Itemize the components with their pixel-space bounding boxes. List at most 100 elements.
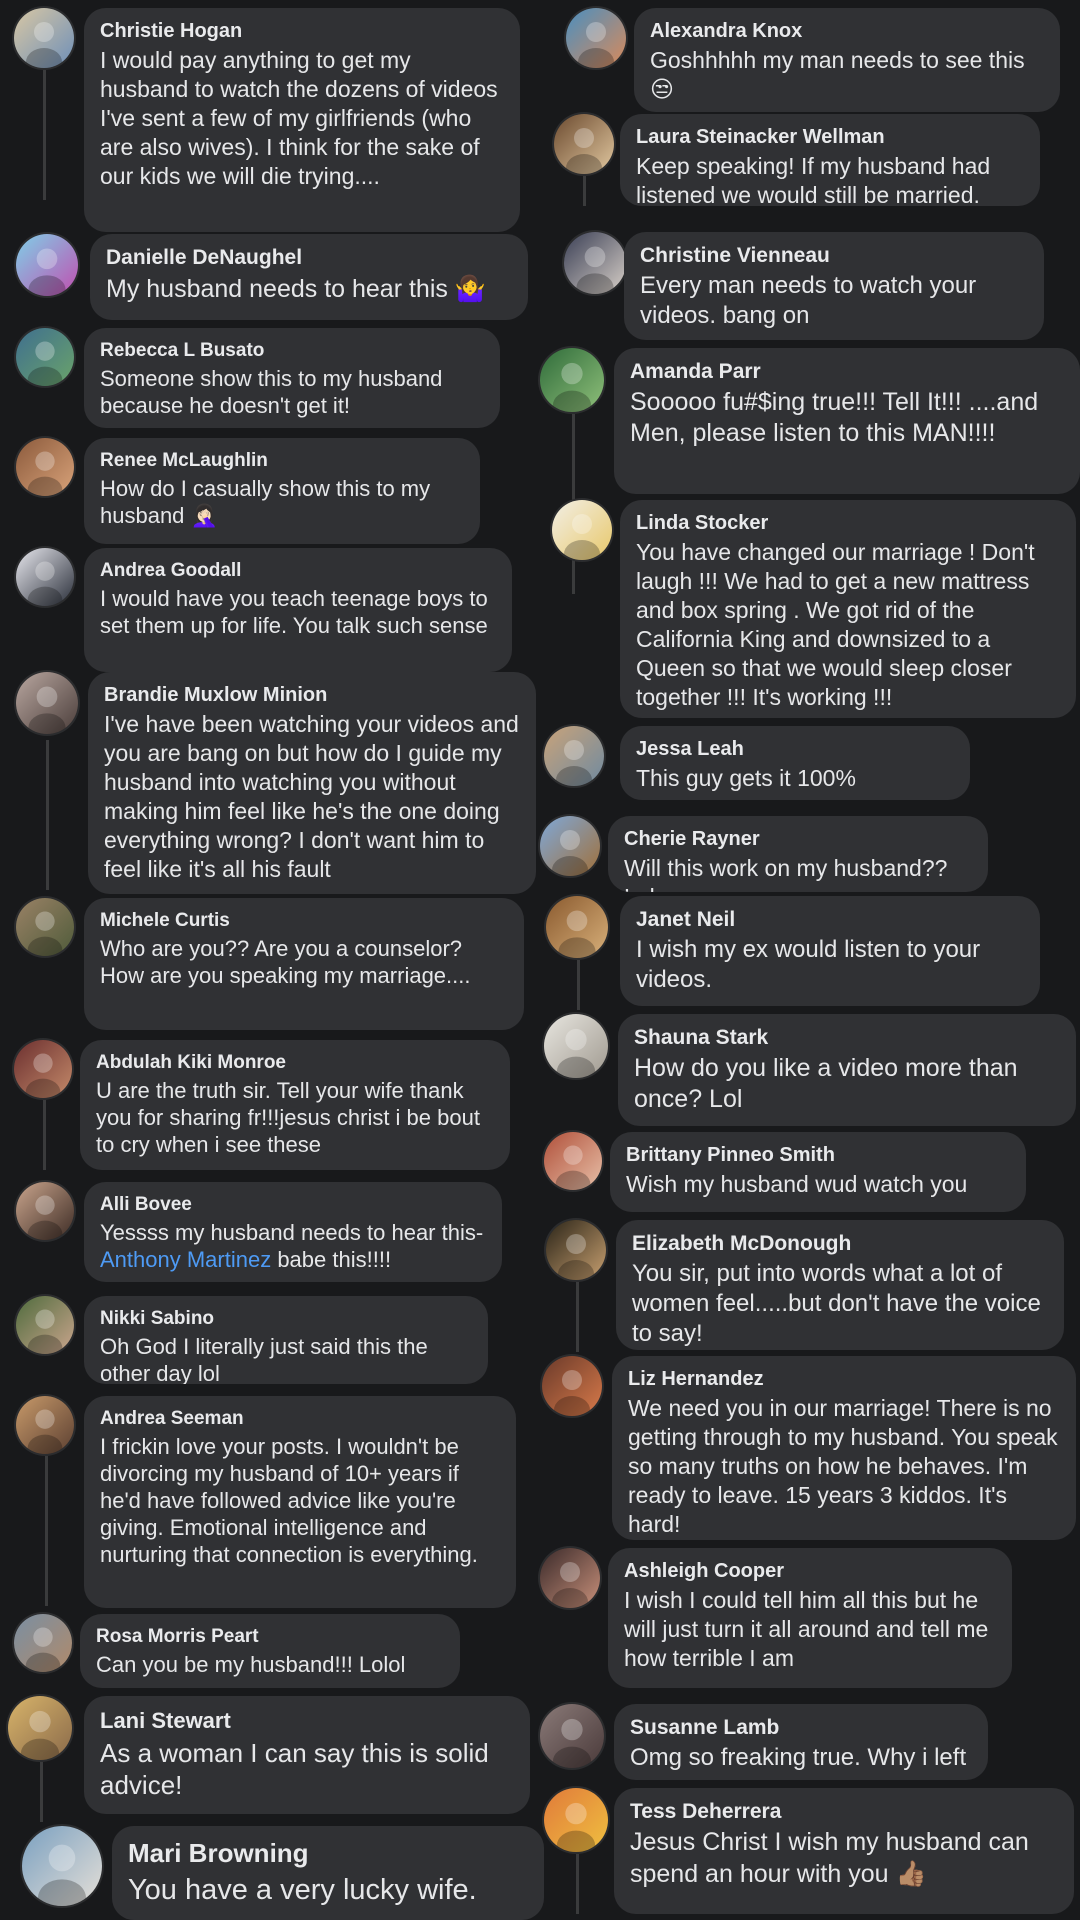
comment-text: Yessss my husband needs to hear this- An… [100, 1219, 486, 1273]
mention-link[interactable]: Anthony Martinez [100, 1247, 271, 1272]
commenter-name[interactable]: Elizabeth McDonough [632, 1232, 1048, 1256]
commenter-name[interactable]: Mari Browning [128, 1838, 528, 1869]
comment-bubble: Alexandra Knox Goshhhhh my man needs to s… [634, 8, 1060, 112]
comment-bubble: Linda Stocker You have changed our marria… [620, 500, 1076, 718]
comment-text: Oh God I literally just said this the ot… [100, 1333, 472, 1384]
avatar[interactable] [544, 726, 604, 786]
comment-text-content: I would have you teach teenage boys to s… [100, 586, 488, 638]
commenter-name[interactable]: Janet Neil [636, 908, 1024, 932]
avatar[interactable] [22, 1826, 102, 1906]
comment-text-part: Yessss my husband needs to hear this- [100, 1220, 484, 1245]
avatar[interactable] [16, 1182, 74, 1240]
commenter-name[interactable]: Michele Curtis [100, 910, 508, 932]
avatar[interactable] [8, 1696, 72, 1760]
commenter-name[interactable]: Andrea Seeman [100, 1408, 500, 1430]
avatar[interactable] [540, 348, 604, 412]
comment-bubble: Danielle DeNaughel My husband needs to he… [90, 234, 528, 320]
comment-text: Can you be my husband!!! Lolol [96, 1651, 444, 1678]
avatar[interactable] [16, 438, 74, 496]
avatar[interactable] [546, 896, 608, 958]
comment-bubble: Renee McLaughlin How do I casually show t… [84, 438, 480, 544]
avatar[interactable] [566, 8, 626, 68]
commenter-name[interactable]: Brittany Pinneo Smith [626, 1144, 1010, 1167]
commenter-name[interactable]: Rebecca L Busato [100, 340, 484, 362]
avatar[interactable] [542, 1356, 602, 1416]
avatar[interactable] [16, 328, 74, 386]
avatar[interactable] [16, 1296, 74, 1354]
commenter-name[interactable]: Rosa Morris Peart [96, 1626, 444, 1648]
commenter-name[interactable]: Alexandra Knox [650, 20, 1044, 43]
avatar[interactable] [564, 232, 626, 294]
emoji-icon: 🤦🏻‍♀️ [190, 504, 218, 529]
avatar[interactable] [16, 898, 74, 956]
avatar[interactable] [546, 1220, 606, 1280]
avatar[interactable] [14, 8, 74, 68]
comment-bubble: Alli Bovee Yessss my husband needs to hea… [84, 1182, 502, 1282]
commenter-name[interactable]: Renee McLaughlin [100, 450, 464, 472]
comment-text: As a woman I can say this is solid advic… [100, 1737, 514, 1801]
commenter-name[interactable]: Alli Bovee [100, 1194, 486, 1216]
comment-text-content: Oh God I literally just said this the ot… [100, 1334, 428, 1384]
commenter-name[interactable]: Shauna Stark [634, 1026, 1060, 1050]
commenter-name[interactable]: Danielle DeNaughel [106, 246, 512, 270]
commenter-name[interactable]: Abdulah Kiki Monroe [96, 1052, 494, 1074]
comment-text-content: Who are you?? Are you a counselor? How a… [100, 936, 471, 988]
avatar[interactable] [14, 1614, 72, 1672]
commenter-name[interactable]: Cherie Rayner [624, 828, 972, 851]
comment-bubble: Christine Vienneau Every man needs to wat… [624, 232, 1044, 340]
comment-text-content: Goshhhhh my man needs to see this [650, 47, 1025, 73]
avatar[interactable] [16, 672, 78, 734]
commenter-name[interactable]: Ashleigh Cooper [624, 1560, 996, 1583]
avatar[interactable] [544, 1014, 608, 1078]
comment-text-content: I've have been watching your videos and … [104, 711, 519, 882]
thread-line [45, 1456, 48, 1606]
comment-text-content: This guy gets it 100% [636, 765, 856, 791]
comment-bubble: Andrea Seeman I frickin love your posts. … [84, 1396, 516, 1608]
avatar[interactable] [14, 1040, 72, 1098]
thread-line [43, 1100, 46, 1170]
commenter-name[interactable]: Nikki Sabino [100, 1308, 472, 1330]
avatar[interactable] [16, 1396, 74, 1454]
comment-text: We need you in our marriage! There is no… [628, 1394, 1060, 1539]
comment-bubble: Lani Stewart As a woman I can say this is… [84, 1696, 530, 1814]
commenter-name[interactable]: Amanda Parr [630, 360, 1064, 384]
comment-text-content: You have changed our marriage ! Don't la… [636, 539, 1035, 710]
comment-collage: Christie Hogan I would pay anything to ge… [0, 0, 1080, 1920]
avatar[interactable] [544, 1788, 608, 1852]
commenter-name[interactable]: Tess Deherrera [630, 1800, 1058, 1824]
comment-text: Every man needs to watch your videos. ba… [640, 271, 1028, 331]
avatar[interactable] [540, 1704, 604, 1768]
avatar[interactable] [544, 1132, 602, 1190]
commenter-name[interactable]: Susanne Lamb [630, 1716, 972, 1740]
commenter-name[interactable]: Brandie Muxlow Minion [104, 684, 520, 707]
commenter-name[interactable]: Andrea Goodall [100, 560, 496, 582]
commenter-name[interactable]: Christie Hogan [100, 20, 504, 43]
avatar[interactable] [540, 1548, 600, 1608]
thread-line [577, 960, 580, 1010]
commenter-name[interactable]: Jessa Leah [636, 738, 954, 761]
comment-text: How do you like a video more than once? … [634, 1053, 1060, 1115]
comment-text: Sooooo fu#$ing true!!! Tell It!!! ....an… [630, 387, 1064, 449]
comment-text: Someone show this to my husband because … [100, 365, 484, 419]
comment-text-content: Will this work on my husband?? Lol [624, 855, 948, 892]
commenter-name[interactable]: Laura Steinacker Wellman [636, 126, 1024, 149]
comment-bubble: Brittany Pinneo Smith Wish my husband wud… [610, 1132, 1026, 1212]
comment-text: How do I casually show this to my husban… [100, 475, 464, 530]
avatar[interactable] [16, 548, 74, 606]
comment-bubble: Abdulah Kiki Monroe U are the truth sir. … [80, 1040, 510, 1170]
comment-text: I would pay anything to get my husband t… [100, 46, 504, 191]
avatar[interactable] [554, 114, 614, 174]
avatar[interactable] [16, 234, 78, 296]
commenter-name[interactable]: Christine Vienneau [640, 244, 1028, 268]
comment-text: Omg so freaking true. Why i left [630, 1743, 972, 1773]
commenter-name[interactable]: Lani Stewart [100, 1708, 514, 1734]
avatar[interactable] [540, 816, 600, 876]
comment-text: You sir, put into words what a lot of wo… [632, 1259, 1048, 1349]
comment-text-content: I frickin love your posts. I wouldn't be… [100, 1434, 478, 1567]
comment-text: I frickin love your posts. I wouldn't be… [100, 1433, 500, 1568]
comment-bubble: Michele Curtis Who are you?? Are you a co… [84, 898, 524, 1030]
avatar[interactable] [552, 500, 612, 560]
commenter-name[interactable]: Linda Stocker [636, 512, 1060, 535]
comment-bubble: Christie Hogan I would pay anything to ge… [84, 8, 520, 232]
commenter-name[interactable]: Liz Hernandez [628, 1368, 1060, 1391]
